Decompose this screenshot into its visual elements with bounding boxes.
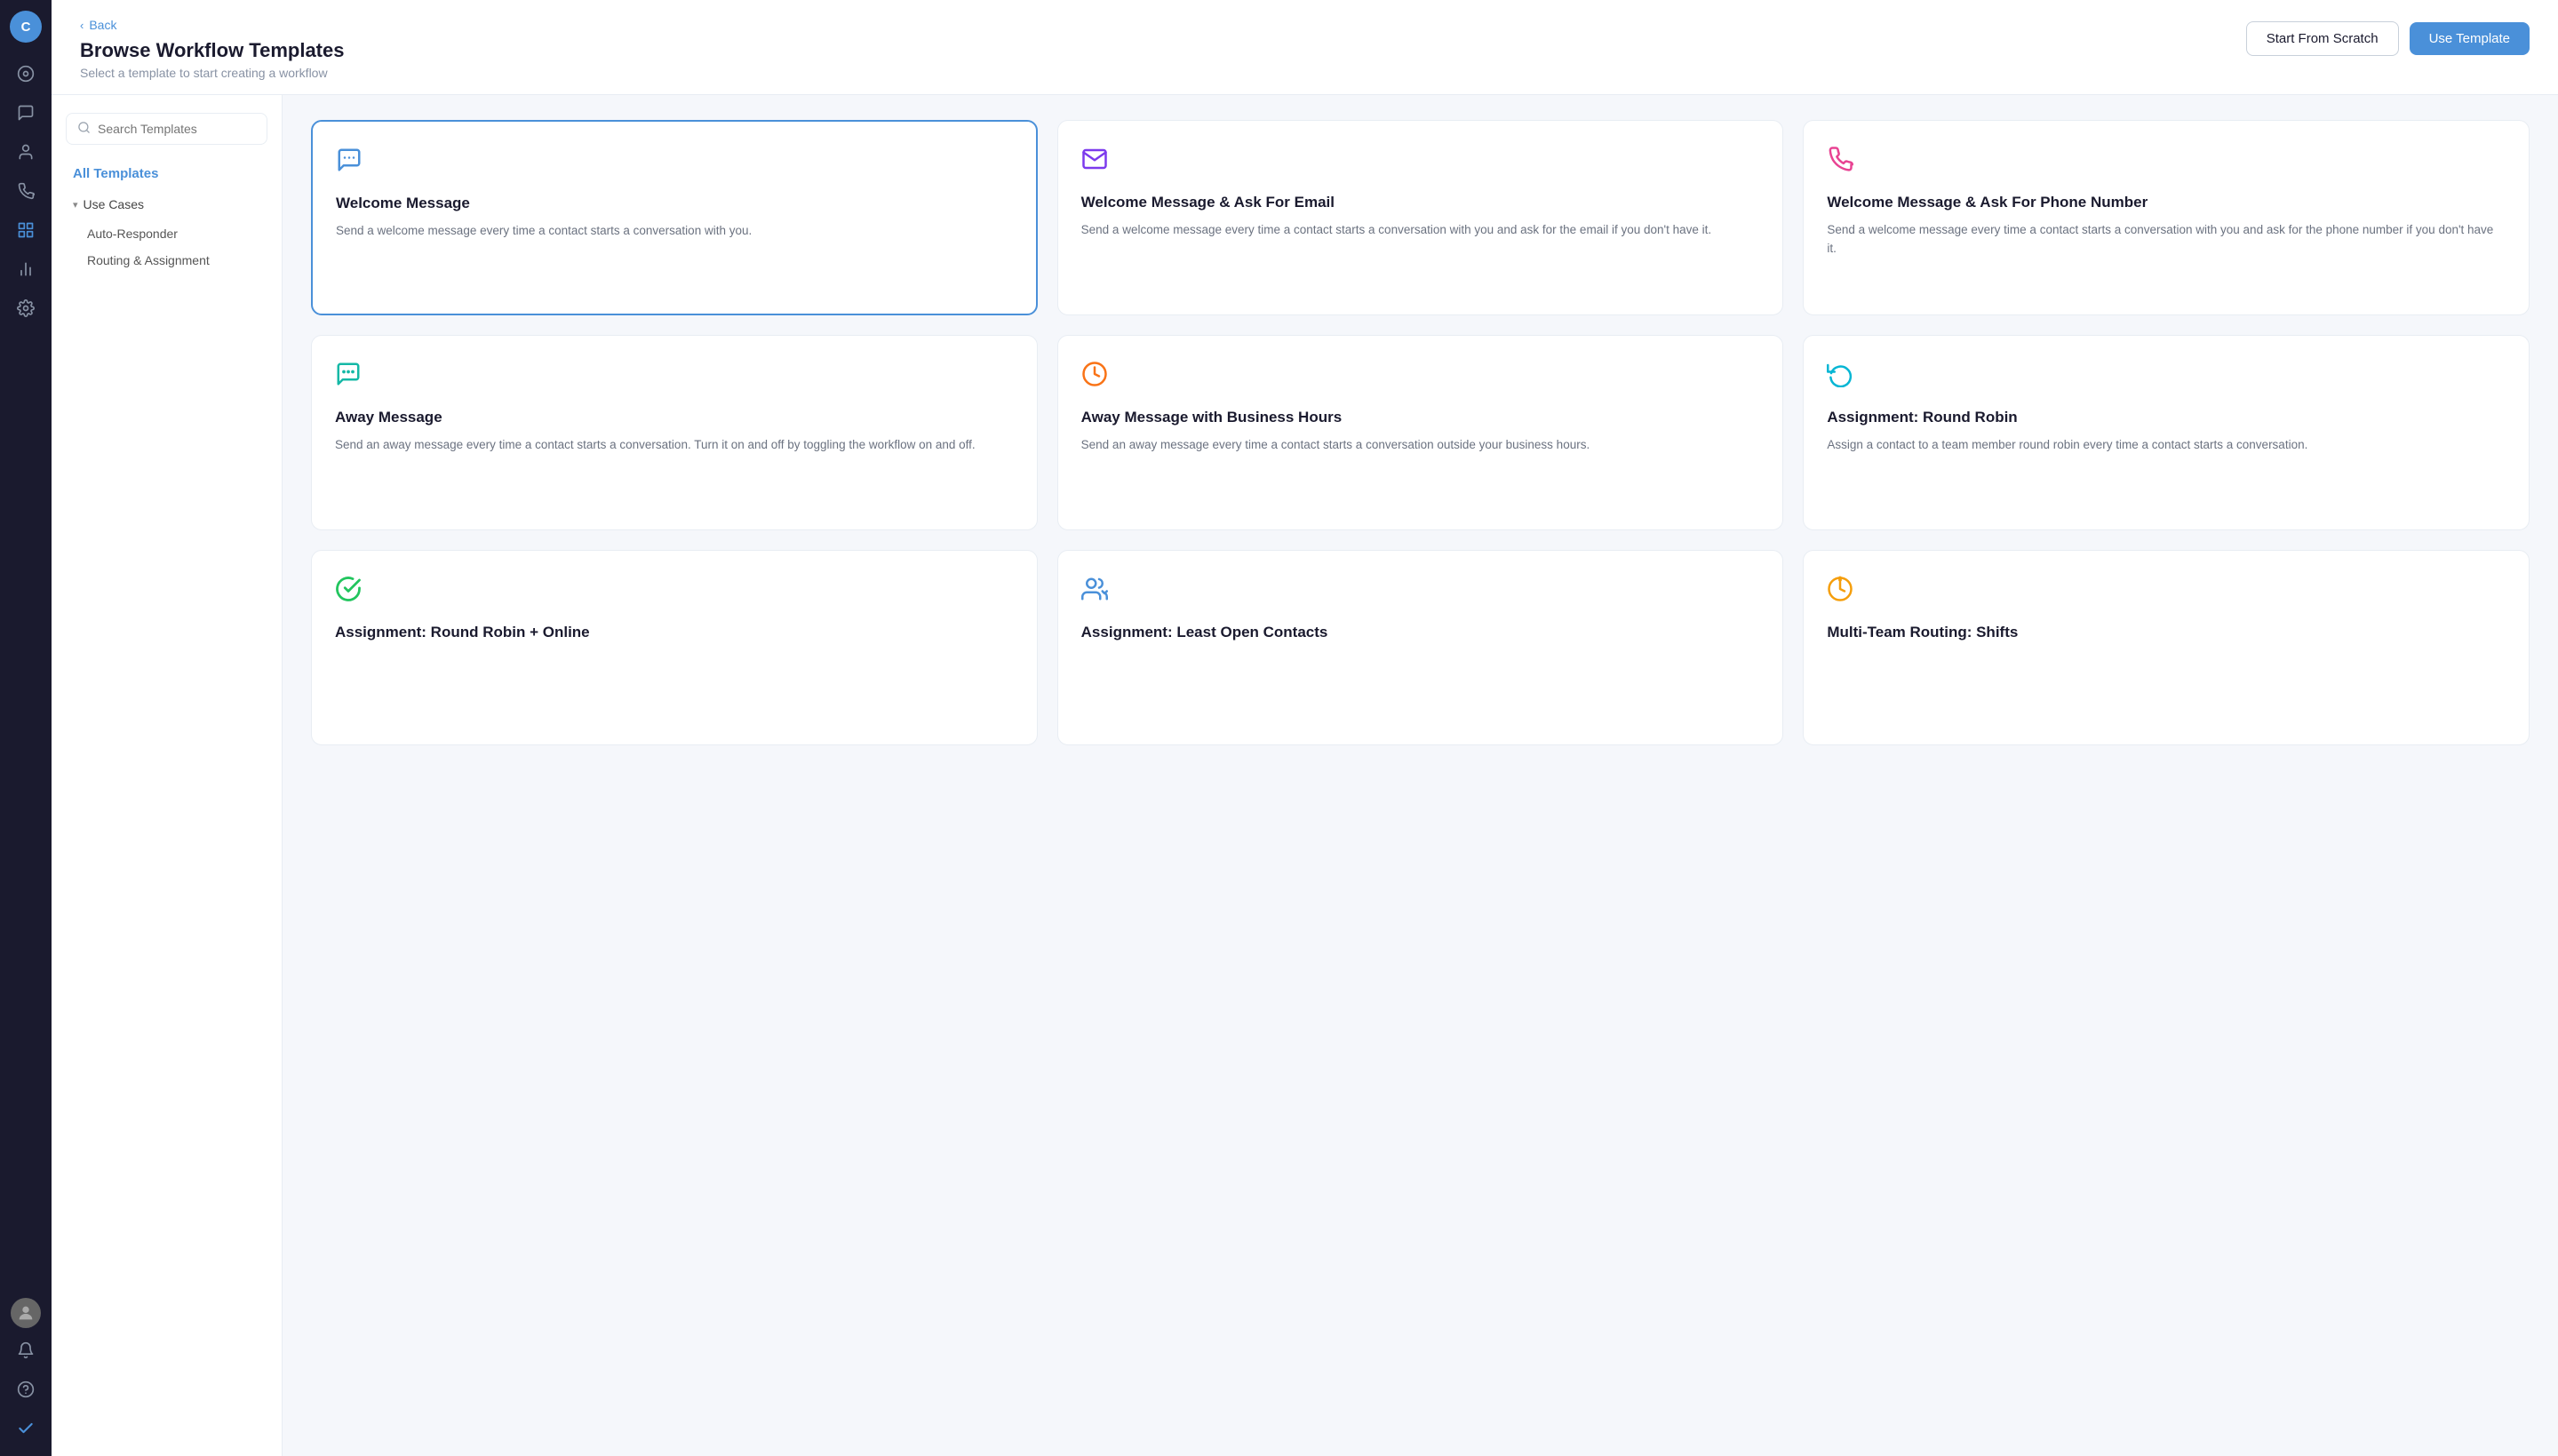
- chat-icon[interactable]: [9, 96, 43, 130]
- template-title-away-business-hours: Away Message with Business Hours: [1081, 408, 1760, 427]
- back-label: Back: [89, 18, 116, 32]
- use-template-button[interactable]: Use Template: [2410, 22, 2530, 55]
- settings-icon[interactable]: [9, 291, 43, 325]
- template-card-welcome-message[interactable]: Welcome Message Send a welcome message ev…: [311, 120, 1038, 315]
- page-title: Browse Workflow Templates: [80, 39, 344, 62]
- help-icon[interactable]: [9, 1372, 43, 1406]
- templates-area: Welcome Message Send a welcome message ev…: [283, 95, 2558, 1456]
- use-cases-label: Use Cases: [84, 197, 144, 211]
- nav-sidebar: C: [0, 0, 52, 1456]
- template-desc-welcome-phone: Send a welcome message every time a cont…: [1827, 221, 2506, 259]
- search-icon: [77, 121, 91, 137]
- template-card-welcome-phone[interactable]: Welcome Message & Ask For Phone Number Se…: [1803, 120, 2530, 315]
- template-icon-multi-team-shifts: [1827, 576, 2506, 609]
- use-cases-header[interactable]: ▾ Use Cases: [66, 194, 267, 215]
- template-title-multi-team-shifts: Multi-Team Routing: Shifts: [1827, 623, 2506, 642]
- search-input[interactable]: [98, 122, 256, 136]
- header-left: ‹ Back Browse Workflow Templates Select …: [80, 18, 344, 80]
- template-title-welcome-message: Welcome Message: [336, 194, 1013, 213]
- all-templates-link[interactable]: All Templates: [66, 161, 267, 187]
- template-title-welcome-phone: Welcome Message & Ask For Phone Number: [1827, 193, 2506, 212]
- workflow-icon[interactable]: [9, 213, 43, 247]
- left-panel: All Templates ▾ Use Cases Auto-Responder…: [52, 95, 283, 1456]
- back-link[interactable]: ‹ Back: [80, 18, 344, 32]
- template-desc-away-message: Send an away message every time a contac…: [335, 436, 1014, 455]
- nav-avatar[interactable]: C: [10, 11, 42, 43]
- main-area: ‹ Back Browse Workflow Templates Select …: [52, 0, 2558, 1456]
- sidebar-item-routing-assignment[interactable]: Routing & Assignment: [66, 247, 267, 274]
- template-icon-welcome-phone: [1827, 146, 2506, 179]
- template-card-welcome-email[interactable]: Welcome Message & Ask For Email Send a we…: [1057, 120, 1784, 315]
- page-subtitle: Select a template to start creating a wo…: [80, 66, 344, 80]
- template-icon-away-business-hours: [1081, 361, 1760, 394]
- template-icon-least-open: [1081, 576, 1760, 609]
- back-chevron-icon: ‹: [80, 19, 84, 32]
- template-icon-round-robin: [1827, 361, 2506, 394]
- template-title-away-message: Away Message: [335, 408, 1014, 427]
- template-icon-round-robin-online: [335, 576, 1014, 609]
- template-title-welcome-email: Welcome Message & Ask For Email: [1081, 193, 1760, 212]
- template-card-round-robin[interactable]: Assignment: Round Robin Assign a contact …: [1803, 335, 2530, 530]
- template-card-multi-team-shifts[interactable]: Multi-Team Routing: Shifts: [1803, 550, 2530, 745]
- template-card-least-open[interactable]: Assignment: Least Open Contacts: [1057, 550, 1784, 745]
- template-card-away-business-hours[interactable]: Away Message with Business Hours Send an …: [1057, 335, 1784, 530]
- search-box: [66, 113, 267, 145]
- template-title-round-robin-online: Assignment: Round Robin + Online: [335, 623, 1014, 642]
- content-area: All Templates ▾ Use Cases Auto-Responder…: [52, 95, 2558, 1456]
- start-from-scratch-button[interactable]: Start From Scratch: [2246, 21, 2399, 56]
- notification-icon[interactable]: [9, 1333, 43, 1367]
- contacts-icon[interactable]: [9, 135, 43, 169]
- broadcast-icon[interactable]: [9, 174, 43, 208]
- template-desc-away-business-hours: Send an away message every time a contac…: [1081, 436, 1760, 455]
- use-cases-chevron-icon: ▾: [73, 199, 78, 211]
- template-card-away-message[interactable]: Away Message Send an away message every t…: [311, 335, 1038, 530]
- template-desc-welcome-email: Send a welcome message every time a cont…: [1081, 221, 1760, 240]
- template-title-round-robin: Assignment: Round Robin: [1827, 408, 2506, 427]
- template-icon-away-message: [335, 361, 1014, 394]
- template-icon-welcome-email: [1081, 146, 1760, 179]
- templates-grid: Welcome Message Send a welcome message ev…: [311, 120, 2530, 745]
- reports-icon[interactable]: [9, 252, 43, 286]
- template-desc-round-robin: Assign a contact to a team member round …: [1827, 436, 2506, 455]
- header-actions: Start From Scratch Use Template: [2246, 18, 2530, 56]
- use-cases-section: ▾ Use Cases Auto-Responder Routing & Ass…: [66, 194, 267, 274]
- template-card-round-robin-online[interactable]: Assignment: Round Robin + Online: [311, 550, 1038, 745]
- template-icon-welcome-message: [336, 147, 1013, 179]
- tasks-icon[interactable]: [9, 1412, 43, 1445]
- template-title-least-open: Assignment: Least Open Contacts: [1081, 623, 1760, 642]
- user-avatar[interactable]: [11, 1298, 41, 1328]
- template-desc-welcome-message: Send a welcome message every time a cont…: [336, 222, 1013, 241]
- page-header: ‹ Back Browse Workflow Templates Select …: [52, 0, 2558, 95]
- sidebar-item-auto-responder[interactable]: Auto-Responder: [66, 220, 267, 247]
- dashboard-icon[interactable]: [9, 57, 43, 91]
